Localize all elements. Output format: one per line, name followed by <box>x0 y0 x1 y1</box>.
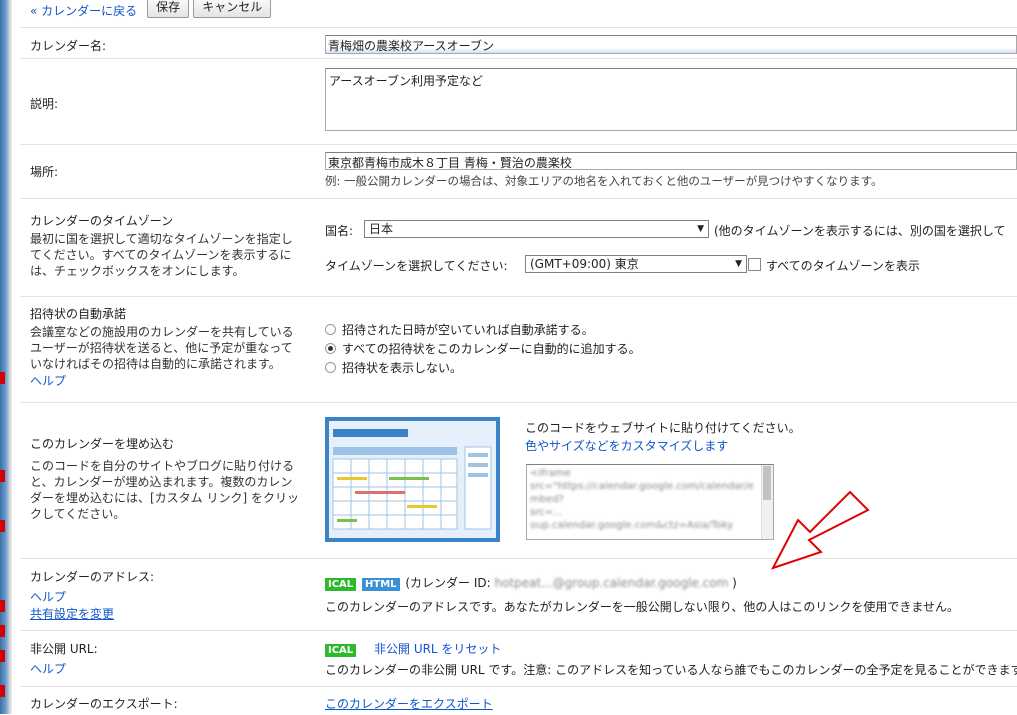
calendar-id-value: hotpeat...@group.calendar.google.com <box>494 576 729 590</box>
code-line: <iframe <box>530 468 571 479</box>
embed-label: このカレンダーを埋め込む <box>30 437 175 451</box>
ical-badge[interactable]: ICAL <box>325 578 357 591</box>
embed-desc: このコードを自分のサイトやブログに貼り付けると、カレンダーが埋め込まれます。複数… <box>30 459 299 521</box>
description-row: 説明: アースオーブン利用予定など <box>20 58 1017 141</box>
private-ical-badge[interactable]: ICAL <box>325 644 357 657</box>
calendar-id-suffix: ) <box>732 576 737 590</box>
export-label: カレンダーのエクスポート: <box>30 697 178 711</box>
strip-marker <box>0 372 5 384</box>
calendar-name-input[interactable]: 青梅畑の農楽校アースオーブン <box>325 35 1017 54</box>
strip-marker <box>0 685 5 697</box>
radio-button[interactable] <box>325 343 336 354</box>
address-section: カレンダーのアドレス: ヘルプ 共有設定を変更 <box>30 568 154 622</box>
location-label: 場所: <box>30 165 59 179</box>
address-note: このカレンダーのアドレスです。あなたがカレンダーを一般公開しない限り、他の人はこ… <box>325 600 959 614</box>
code-line: src=... <box>530 507 563 518</box>
option-label: 招待された日時が空いていれば自動承諾する。 <box>342 323 594 337</box>
country-label: 国名: <box>325 224 354 238</box>
private-url-label: 非公開 URL: <box>30 642 98 656</box>
timezone-desc: 最初に国を選択して適切なタイムゾーンを指定してください。すべてのタイムゾーンを表… <box>30 232 293 278</box>
auto-accept-option-all[interactable]: すべての招待状をこのカレンダーに自動的に追加する。 <box>325 339 641 358</box>
code-line: mbed? <box>530 494 564 505</box>
customize-link[interactable]: 色やサイズなどをカスタマイズします <box>525 437 728 454</box>
timezone-select-label: タイムゾーンを選択してください: <box>325 259 508 273</box>
calendar-name-label: カレンダー名: <box>30 39 107 53</box>
red-arrow-annotation <box>770 490 870 570</box>
left-window-strip <box>0 0 12 714</box>
timezone-value: (GMT+09:00) 東京 <box>530 257 639 271</box>
calendar-name-row: カレンダー名: 青梅畑の農楽校アースオーブン <box>20 27 1017 58</box>
private-url-links: ICAL 非公開 URL をリセット <box>325 640 501 657</box>
auto-accept-help-link[interactable]: ヘルプ <box>30 372 305 389</box>
address-help-link[interactable]: ヘルプ <box>30 588 154 605</box>
share-settings-link[interactable]: 共有設定を変更 <box>30 605 154 622</box>
toolbar: « カレンダーに戻る 保存 キャンセル <box>30 0 272 20</box>
chevron-down-icon: ▼ <box>735 259 742 269</box>
auto-accept-row: 招待状の自動承諾 会議室などの施設用のカレンダーを共有しているユーザーが招待状を… <box>20 296 1017 401</box>
calendar-preview-image <box>325 417 500 542</box>
option-label: 招待状を表示しない。 <box>342 361 463 375</box>
embed-instruction: このコードをウェブサイトに貼り付けてください。 <box>525 421 801 435</box>
auto-accept-option-free[interactable]: 招待された日時が空いていれば自動承諾する。 <box>325 320 641 339</box>
reset-private-url-link[interactable]: 非公開 URL をリセット <box>374 642 501 656</box>
show-all-timezones-checkbox[interactable] <box>748 258 761 271</box>
embed-section: このカレンダーを埋め込む このコードを自分のサイトやブログに貼り付けると、カレン… <box>30 435 305 522</box>
private-url-help-link[interactable]: ヘルプ <box>30 660 98 677</box>
export-row: カレンダーのエクスポート: このカレンダーをエクスポート <box>20 686 1017 715</box>
embed-code-textarea[interactable]: <iframe src="https://calendar.google.com… <box>526 464 774 540</box>
country-value: 日本 <box>369 222 394 236</box>
private-url-row: 非公開 URL: ヘルプ ICAL 非公開 URL をリセット このカレンダーの… <box>20 630 1017 686</box>
timezone-section: カレンダーのタイムゾーン 最初に国を選択して適切なタイムゾーンを指定してください… <box>30 212 305 279</box>
code-line: oup.calendar.google.com&ctz=Asia/Toky <box>530 520 734 531</box>
description-label: 説明: <box>30 97 59 111</box>
auto-accept-section: 招待状の自動承諾 会議室などの施設用のカレンダーを共有しているユーザーが招待状を… <box>30 305 305 389</box>
strip-marker <box>0 600 5 612</box>
back-to-calendar-link[interactable]: « カレンダーに戻る <box>30 2 137 19</box>
strip-marker <box>0 625 5 637</box>
address-links: ICAL HTML (カレンダー ID: hotpeat...@group.ca… <box>325 574 737 591</box>
code-line: src="https://calendar.google.com/calenda… <box>530 481 754 492</box>
location-row: 場所: 東京都青梅市成木８丁目 青梅・賢治の農楽校 例: 一般公開カレンダーの場… <box>20 144 1017 197</box>
country-select[interactable]: 日本 ▼ <box>364 220 709 238</box>
auto-accept-desc: 会議室などの施設用のカレンダーを共有しているユーザーが招待状を送ると、他に予定が… <box>30 325 294 371</box>
strip-marker <box>0 520 5 532</box>
private-url-section: 非公開 URL: ヘルプ <box>30 640 98 677</box>
html-badge[interactable]: HTML <box>362 578 400 591</box>
private-url-note: このカレンダーの非公開 URL です。注意: このアドレスを知っている人なら誰で… <box>325 663 1017 677</box>
option-label: すべての招待状をこのカレンダーに自動的に追加する。 <box>342 342 641 356</box>
auto-accept-options: 招待された日時が空いていれば自動承諾する。 すべての招待状をこのカレンダーに自動… <box>325 320 641 377</box>
auto-accept-label: 招待状の自動承諾 <box>30 307 127 321</box>
save-button[interactable]: 保存 <box>147 0 190 18</box>
location-input[interactable]: 東京都青梅市成木８丁目 青梅・賢治の農楽校 <box>325 152 1017 170</box>
radio-button[interactable] <box>325 324 336 335</box>
auto-accept-option-none[interactable]: 招待状を表示しない。 <box>325 358 641 377</box>
calendar-id-prefix: (カレンダー ID: <box>405 576 491 590</box>
address-label: カレンダーのアドレス: <box>30 570 155 584</box>
location-hint: 例: 一般公開カレンダーの場合は、対象エリアの地名を入れておくと他のユーザーが見… <box>325 174 883 188</box>
radio-button[interactable] <box>325 362 336 373</box>
country-note: (他のタイムゾーンを表示するには、別の国を選択して <box>714 224 1006 238</box>
timezone-row: カレンダーのタイムゾーン 最初に国を選択して適切なタイムゾーンを指定してください… <box>20 198 1017 296</box>
chevron-down-icon: ▼ <box>697 224 704 234</box>
cancel-button[interactable]: キャンセル <box>193 0 272 18</box>
strip-marker <box>0 650 5 662</box>
description-textarea[interactable]: アースオーブン利用予定など <box>325 68 1017 131</box>
export-calendar-link[interactable]: このカレンダーをエクスポート <box>325 695 493 712</box>
strip-marker <box>0 470 5 482</box>
show-all-timezones-label: すべてのタイムゾーンを表示 <box>766 259 920 273</box>
timezone-label: カレンダーのタイムゾーン <box>30 214 174 228</box>
timezone-select[interactable]: (GMT+09:00) 東京 ▼ <box>525 255 747 273</box>
